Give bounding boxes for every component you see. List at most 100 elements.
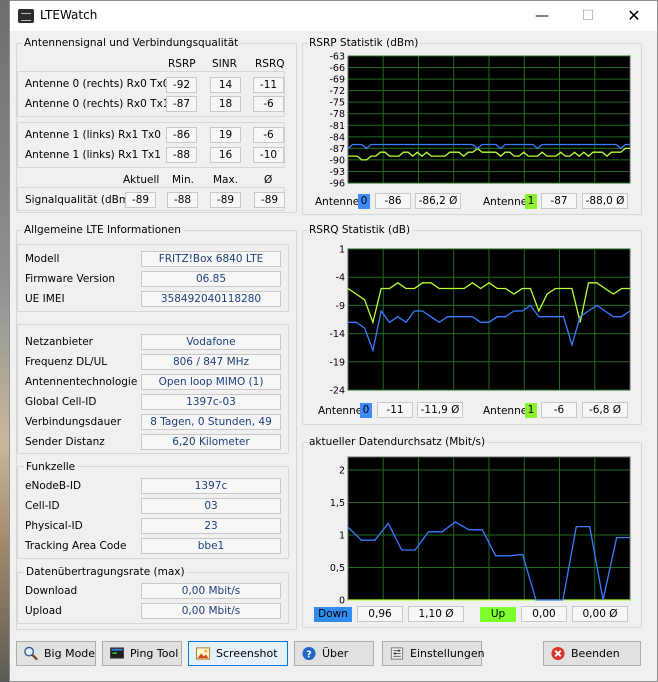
info-label: Download xyxy=(25,585,78,597)
y-tick-label: -72 xyxy=(329,86,345,97)
svg-text:?: ? xyxy=(306,649,311,660)
legend-label: Antenne xyxy=(318,405,363,417)
throughput-title: aktueller Datendurchsatz (Mbit/s) xyxy=(307,436,488,448)
quality-header: Ø xyxy=(264,174,273,186)
value-field: -11 xyxy=(253,77,284,93)
value-field: 19 xyxy=(210,127,241,143)
info-label: Sender Distanz xyxy=(25,436,105,448)
upload-rate-field: 0,00 Mbit/s xyxy=(141,603,281,619)
y-tick-label: -90 xyxy=(329,155,345,166)
rsrq-title: RSRQ Statistik (dB) xyxy=(307,224,413,236)
download-rate-field: 0,00 Mbit/s xyxy=(141,583,281,599)
throughput-chart: 2 1,5 1 0,5 0 xyxy=(330,456,631,605)
cell-id-field: 03 xyxy=(141,498,281,514)
y-tick-label: 1,5 xyxy=(330,498,345,509)
quality-max: -89 xyxy=(210,192,241,208)
antenna0-badge: 0 xyxy=(358,194,370,209)
y-tick-label: -75 xyxy=(329,98,345,109)
row-label: Antenne 0 (rechts) Rx0 Tx0 xyxy=(25,78,170,90)
rsrp-chart: -63-66-69-72-75-78-81-84-87-90-93-96 xyxy=(329,52,631,190)
antenna0-badge: 0 xyxy=(360,403,372,418)
info-label: Modell xyxy=(25,253,60,265)
quality-avg: -89 xyxy=(254,192,285,208)
legend-current: -11 xyxy=(377,402,413,418)
enodeb-field: 1397c xyxy=(141,478,281,494)
info-label: Physical-ID xyxy=(25,520,83,532)
legend-current: 0,00 xyxy=(521,606,567,622)
settings-button[interactable]: Einstellungen xyxy=(382,641,485,666)
info-label: Frequenz DL/UL xyxy=(25,356,108,368)
info-label: UE IMEI xyxy=(25,293,65,305)
sender-distance-field: 6,20 Kilometer xyxy=(141,434,281,450)
lte-info-group-label: Allgemeine LTE Informationen xyxy=(22,224,183,236)
y-tick-label: -19 xyxy=(329,357,345,368)
y-tick-label: -9 xyxy=(336,301,345,312)
firmware-field: 06.85 xyxy=(141,271,281,287)
maximize-button[interactable]: ☐ xyxy=(565,1,611,31)
big-mode-button[interactable]: Big Mode xyxy=(16,641,96,666)
signal-group-label: Antennensignal und Verbindungsqualität xyxy=(22,37,241,49)
info-label: Firmware Version xyxy=(25,273,116,285)
quality-min: -88 xyxy=(167,192,198,208)
y-tick-label: -69 xyxy=(329,75,345,86)
funkzelle-label: Funkzelle xyxy=(24,461,78,473)
row-label: Antenne 0 (rechts) Rx0 Tx1 xyxy=(25,98,170,110)
info-label: Verbindungsdauer xyxy=(25,416,122,428)
screenshot-button[interactable]: Screenshot xyxy=(188,641,288,666)
frequency-field: 806 / 847 MHz xyxy=(141,354,281,370)
value-field: -6 xyxy=(253,96,284,112)
model-field: FRITZ!Box 6840 LTE xyxy=(141,251,281,267)
up-badge: Up xyxy=(480,607,516,622)
legend-avg: -11,9 Ø xyxy=(417,402,463,418)
legend-avg: -6,8 Ø xyxy=(582,402,628,418)
y-tick-label: -63 xyxy=(329,52,345,63)
legend-avg: -88,0 Ø xyxy=(582,193,628,209)
y-tick-label: -24 xyxy=(329,386,345,397)
legend-label: Antenne xyxy=(483,405,528,417)
antenna1-badge: 1 xyxy=(525,403,537,418)
antenna1-badge: 1 xyxy=(525,194,537,209)
info-label: Global Cell-ID xyxy=(25,396,97,408)
window-title: LTEWatch xyxy=(40,8,98,22)
legend-avg: 1,10 Ø xyxy=(408,606,464,622)
magnifier-icon xyxy=(24,646,38,661)
info-label: Cell-ID xyxy=(25,500,60,512)
tracking-area-field: bbe1 xyxy=(141,538,281,554)
y-tick-label: -4 xyxy=(336,273,345,284)
about-button[interactable]: ? Über xyxy=(294,641,374,666)
physical-id-field: 23 xyxy=(141,518,281,534)
value-field: 16 xyxy=(210,147,241,163)
info-label: Netzanbieter xyxy=(25,336,93,348)
legend-label: Antenne xyxy=(483,196,528,208)
ping-tool-label: Ping Tool xyxy=(130,647,179,660)
down-badge: Down xyxy=(314,607,352,622)
y-tick-label: 0 xyxy=(339,596,345,605)
y-tick-label: -84 xyxy=(329,132,345,143)
provider-field: Vodafone xyxy=(141,334,281,350)
value-field: -6 xyxy=(253,127,284,143)
y-tick-label: -93 xyxy=(329,167,345,178)
y-tick-label: -78 xyxy=(329,109,345,120)
close-circle-icon xyxy=(551,646,565,661)
minimize-button[interactable]: — xyxy=(519,1,565,31)
quality-header: Max. xyxy=(213,174,239,186)
row-label: Antenne 1 (links) Rx1 Tx0 xyxy=(25,129,161,141)
close-button[interactable]: ✕ xyxy=(611,1,657,31)
value-field: -10 xyxy=(253,147,284,163)
settings-icon xyxy=(390,647,404,660)
settings-label: Einstellungen xyxy=(410,647,485,660)
antenna-tech-field: Open loop MIMO (1) xyxy=(141,374,281,390)
legend-avg: 0,00 Ø xyxy=(572,606,628,622)
legend-current: -87 xyxy=(541,193,577,209)
header-rsrq: RSRQ xyxy=(255,58,285,70)
quality-header: Aktuell xyxy=(123,174,160,186)
global-cell-id-field: 1397c-03 xyxy=(141,394,281,410)
app-icon xyxy=(18,9,34,23)
info-label: eNodeB-ID xyxy=(25,480,82,492)
y-tick-label: 1 xyxy=(339,245,345,256)
title-bar: LTEWatch — ☐ ✕ xyxy=(10,1,657,31)
exit-button[interactable]: Beenden xyxy=(543,641,641,666)
header-rsrp: RSRP xyxy=(168,58,196,70)
legend-current: -86 xyxy=(375,193,411,209)
ping-tool-button[interactable]: Ping Tool xyxy=(102,641,182,666)
